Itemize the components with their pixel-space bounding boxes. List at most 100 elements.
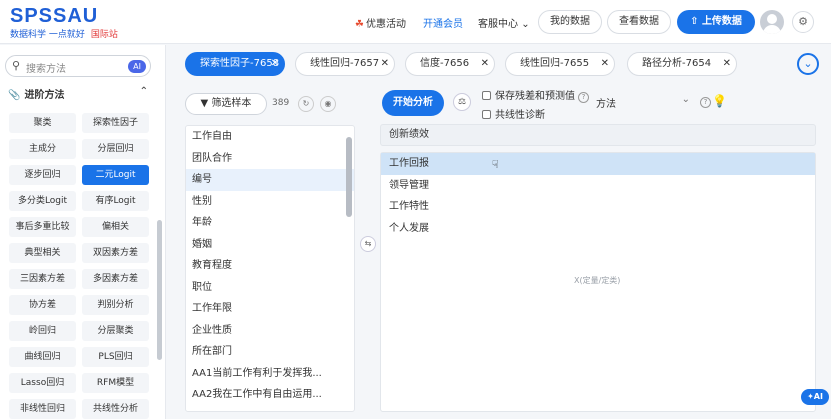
method-item[interactable]: 聚类 xyxy=(9,113,76,133)
tagline-text: 数据科学 一点就好 xyxy=(10,30,85,40)
method-item[interactable]: 有序Logit xyxy=(82,191,149,211)
close-icon[interactable]: ✕ xyxy=(271,53,279,75)
start-analysis-button[interactable]: 开始分析 xyxy=(382,90,444,116)
close-icon[interactable]: ✕ xyxy=(601,53,609,75)
method-item[interactable]: PLS回归 xyxy=(82,347,149,367)
ai-float-label: AI xyxy=(813,392,823,401)
method-item[interactable]: Lasso回归 xyxy=(9,373,76,393)
variable-item[interactable]: 年龄 xyxy=(186,212,354,234)
close-icon[interactable]: ✕ xyxy=(381,53,389,75)
variable-item[interactable]: 编号 xyxy=(186,169,354,191)
method-item[interactable]: 共线性分析 xyxy=(82,399,149,419)
method-item[interactable]: 偏相关 xyxy=(82,217,149,237)
upload-label: 上传数据 xyxy=(701,16,742,27)
tab-analysis[interactable]: 线性回归-7657 ✕ xyxy=(295,52,395,76)
collinearity-checkbox[interactable]: 共线性诊断 xyxy=(482,106,545,121)
close-icon[interactable]: ✕ xyxy=(723,53,731,75)
tab-label: 线性回归-7655 xyxy=(520,58,590,69)
client-label: 客服中心 xyxy=(478,19,518,30)
logo-tagline: 数据科学 一点就好 国际站 xyxy=(10,27,118,40)
independent-placeholder: X(定量/定类) xyxy=(574,276,621,285)
tab-label: 路径分析-7654 xyxy=(642,58,712,69)
method-item[interactable]: 主成分 xyxy=(9,139,76,159)
method-item[interactable]: 多因素方差 xyxy=(82,269,149,289)
variable-item[interactable]: 所在部门 xyxy=(186,341,354,363)
intl-link[interactable]: 国际站 xyxy=(91,30,118,40)
variable-item[interactable]: 婚姻 xyxy=(186,234,354,256)
lightbulb-icon[interactable]: 💡 xyxy=(712,94,727,108)
tab-analysis[interactable]: 路径分析-7654 ✕ xyxy=(627,52,737,76)
variable-item[interactable]: 教育程度 xyxy=(186,255,354,277)
independent-item[interactable]: 个人发展 xyxy=(381,218,815,240)
promo-link[interactable]: ☘ 优惠活动 xyxy=(355,15,406,30)
analysis-tabs: 探索性因子-7658 ✕ 线性回归-7657 ✕ 信度-7656 ✕ 线性回归-7655 ✕ 路… xyxy=(180,50,820,78)
variable-item[interactable]: 团队合作 xyxy=(186,148,354,170)
chevron-down-icon[interactable]: ⌄ xyxy=(797,53,819,75)
method-item[interactable]: 典型相关 xyxy=(9,243,76,263)
ai-assistant-button[interactable]: ✦AI xyxy=(801,389,829,405)
swap-icon[interactable]: ⇆ xyxy=(360,236,376,252)
help-icon[interactable]: ? xyxy=(700,97,711,108)
ai-search-badge[interactable]: AI xyxy=(128,60,146,73)
independent-item[interactable]: 工作特性 xyxy=(381,196,815,218)
method-item[interactable]: 判别分析 xyxy=(82,295,149,315)
logo-text: SPSSAU xyxy=(10,5,99,27)
chevron-down-icon: ⌄ xyxy=(521,19,530,30)
variable-item[interactable]: 工作自由 xyxy=(186,126,354,148)
search-input[interactable]: ⚲ 搜索方法 AI xyxy=(5,55,151,77)
save-residuals-checkbox[interactable]: 保存残差和预测值? xyxy=(482,87,589,103)
variable-item[interactable]: 职位 xyxy=(186,277,354,299)
variable-item[interactable]: 工作年限 xyxy=(186,298,354,320)
dependent-variable-box[interactable]: 创新绩效 xyxy=(380,124,816,146)
vip-link[interactable]: 开通会员 xyxy=(423,15,463,30)
filter-samples-button[interactable]: ▼ 筛选样本 xyxy=(185,93,267,115)
variable-item[interactable]: 性别 xyxy=(186,191,354,213)
client-center-menu[interactable]: 客服中心 ⌄ xyxy=(478,15,530,30)
method-item[interactable]: 逐步回归 xyxy=(9,165,76,185)
close-icon[interactable]: ✕ xyxy=(481,53,489,75)
method-item[interactable]: RFM模型 xyxy=(82,373,149,393)
avatar[interactable] xyxy=(760,10,784,34)
method-item[interactable]: 事后多重比较 xyxy=(9,217,76,237)
independent-item[interactable]: 工作回报 xyxy=(381,153,815,175)
method-item[interactable]: 双因素方差 xyxy=(82,243,149,263)
refresh-icon[interactable]: ↻ xyxy=(298,96,314,112)
tab-label: 线性回归-7657 xyxy=(310,58,380,69)
method-item[interactable]: 分层聚类 xyxy=(82,321,149,341)
variable-list-scrollbar[interactable] xyxy=(346,137,352,217)
save-residuals-label: 保存残差和预测值 xyxy=(495,91,575,102)
sidebar: ⚲ 搜索方法 AI 📎 进阶方法 ⌃ 聚类 探索性因子 主成分 分层回归 逐步回归 二元Lo… xyxy=(0,45,166,419)
method-item[interactable]: 分层回归 xyxy=(82,139,149,159)
method-item[interactable]: 探索性因子 xyxy=(82,113,149,133)
method-select[interactable]: 方法 ⌄ xyxy=(596,94,692,111)
upload-icon: ⇧ xyxy=(690,16,699,27)
variable-item[interactable]: AA2我在工作中有自由运用... xyxy=(186,384,354,406)
method-item[interactable]: 二元Logit xyxy=(82,165,149,185)
upload-data-button[interactable]: ⇧ 上传数据 xyxy=(677,10,755,34)
tab-analysis[interactable]: 线性回归-7655 ✕ xyxy=(505,52,615,76)
my-data-button[interactable]: 我的数据 xyxy=(538,10,602,34)
variable-item[interactable]: AA1当前工作有利于发挥我... xyxy=(186,363,354,385)
settings-icon[interactable]: ◉ xyxy=(320,96,336,112)
method-item[interactable]: 岭回归 xyxy=(9,321,76,341)
variable-item[interactable]: 企业性质 xyxy=(186,320,354,342)
method-item[interactable]: 多分类Logit xyxy=(9,191,76,211)
help-icon[interactable]: ? xyxy=(578,92,589,103)
method-item[interactable]: 三因素方差 xyxy=(9,269,76,289)
tab-analysis[interactable]: 探索性因子-7658 ✕ xyxy=(185,52,285,76)
category-label: 进阶方法 xyxy=(24,90,65,101)
sidebar-scrollbar[interactable] xyxy=(157,220,162,360)
flask-icon[interactable]: ⚖ xyxy=(453,93,471,111)
independent-item[interactable]: 领导管理 xyxy=(381,175,815,197)
method-item[interactable]: 曲线回归 xyxy=(9,347,76,367)
method-item[interactable]: 协方差 xyxy=(9,295,76,315)
view-data-button[interactable]: 查看数据 xyxy=(607,10,671,34)
checkbox-box xyxy=(482,91,491,100)
logo[interactable]: SPSSAU 数据科学 一点就好 国际站 xyxy=(10,6,118,40)
method-item[interactable]: 非线性回归 xyxy=(9,399,76,419)
tab-label: 探索性因子-7658 xyxy=(200,58,280,69)
gear-icon[interactable]: ⚙ xyxy=(792,11,814,33)
tab-analysis[interactable]: 信度-7656 ✕ xyxy=(405,52,495,76)
chevron-up-icon: ⌃ xyxy=(139,86,148,97)
category-header[interactable]: 📎 进阶方法 ⌃ xyxy=(8,86,154,104)
